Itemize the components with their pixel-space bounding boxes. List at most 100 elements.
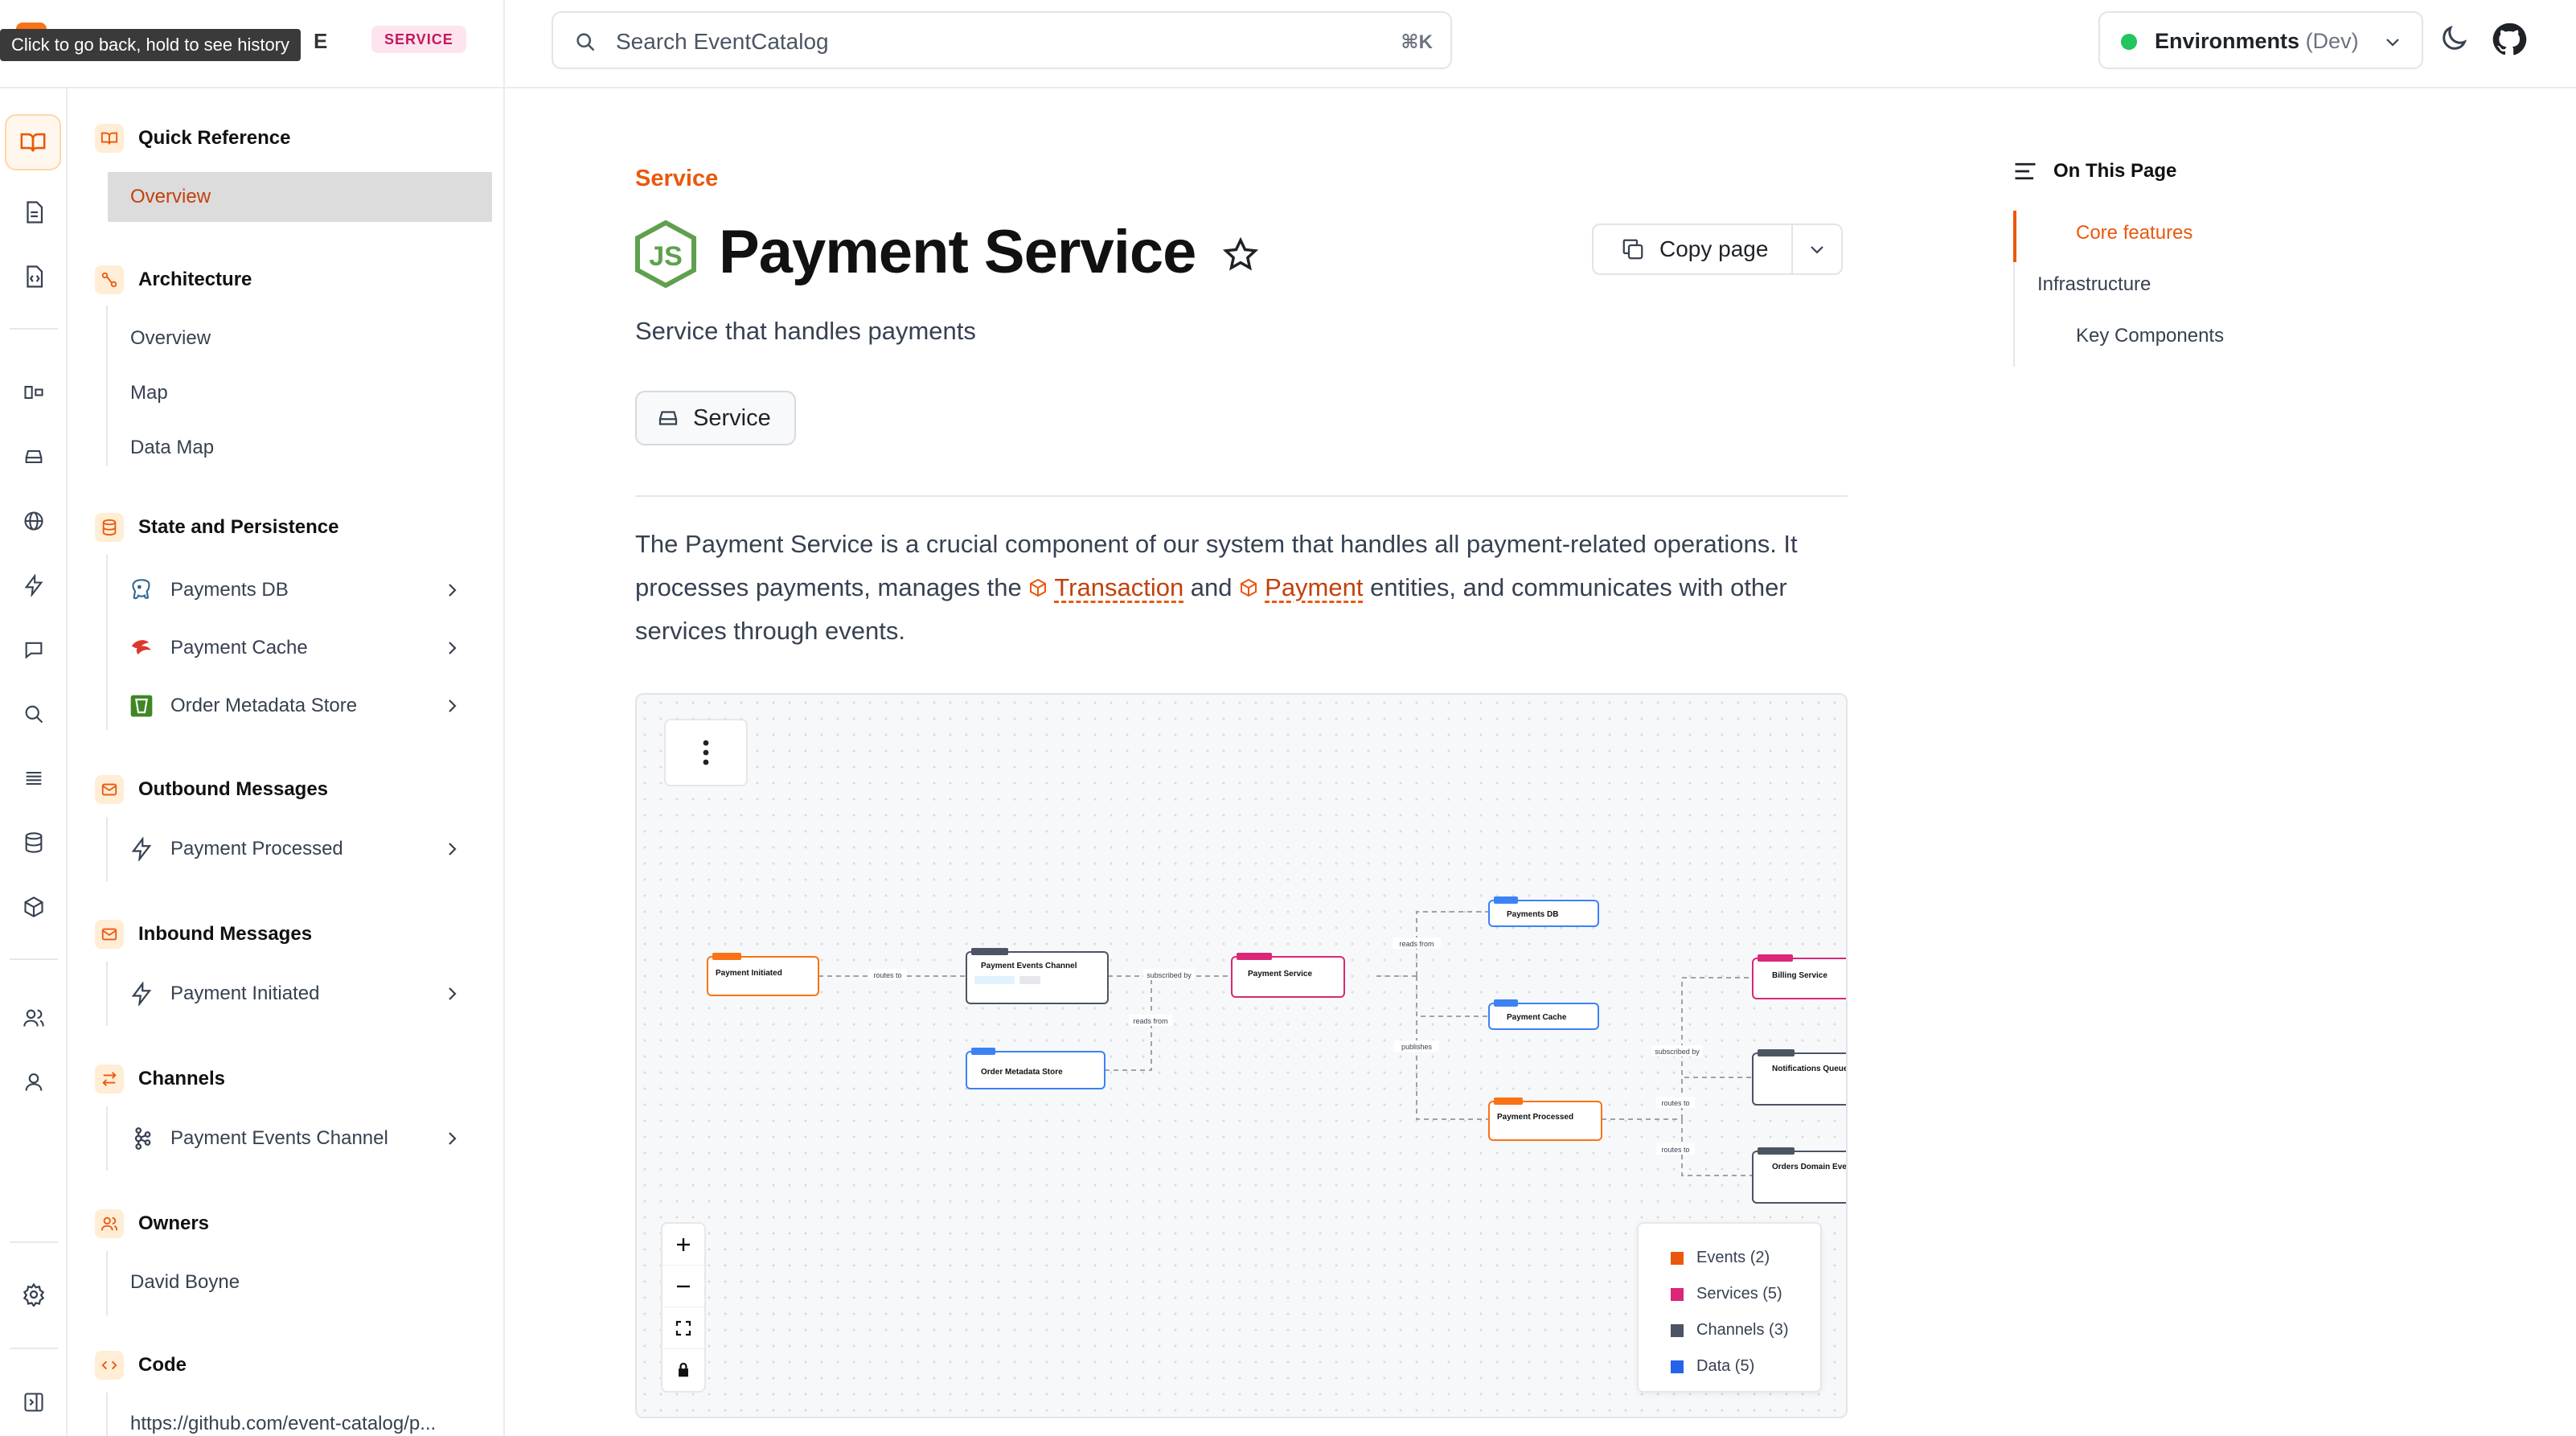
zoom-out-button[interactable] <box>662 1266 704 1307</box>
code-file-icon[interactable] <box>18 261 50 293</box>
chat-icon[interactable] <box>18 634 50 666</box>
section-title: Architecture <box>138 269 252 290</box>
sidebar-item-repo-link[interactable]: https://github.com/event-catalog/p... <box>108 1399 492 1436</box>
legend-swatch <box>1671 1360 1684 1373</box>
sidebar-toggle-icon[interactable] <box>18 1386 50 1418</box>
node-payment-events-channel[interactable]: Payment Events Channel <box>966 948 1109 1004</box>
item-label: Payment Events Channel <box>170 1127 388 1149</box>
search-icon <box>576 33 595 51</box>
node-payment-processed[interactable]: Payment Processed <box>1488 1098 1602 1141</box>
search-shortcut: ⌘K <box>1401 31 1433 53</box>
sidebar-item-payment-processed[interactable]: Payment Processed <box>108 825 492 873</box>
edge-label: reads from <box>1399 940 1434 948</box>
edge-label: subscribed by <box>1146 971 1192 979</box>
section-state-persistence: State and Persistence <box>95 511 338 544</box>
diagram-menu-button[interactable] <box>664 719 748 786</box>
list-icon[interactable] <box>18 762 50 794</box>
copy-icon <box>1622 239 1643 260</box>
cube-icon <box>1030 578 1047 597</box>
book-open-icon[interactable] <box>5 114 61 170</box>
architecture-diagram[interactable]: routes to subscribed by reads from reads… <box>635 693 1848 1418</box>
chevron-down-icon <box>2386 39 2399 47</box>
node-label: Payments DB <box>1507 910 1558 919</box>
bolt-icon[interactable] <box>18 569 50 601</box>
sidebar-item-map[interactable]: Map <box>108 368 492 418</box>
section-title: Quick Reference <box>138 127 291 149</box>
node-label: Payment Cache <box>1507 1013 1567 1022</box>
database-icon <box>95 513 124 542</box>
legend-item[interactable]: Events (2) <box>1671 1240 1820 1276</box>
fit-view-button[interactable] <box>662 1307 704 1349</box>
copy-page-button[interactable]: Copy page <box>1592 224 1793 275</box>
server-icon[interactable] <box>18 441 50 473</box>
node-payment-service[interactable]: Payment Service <box>1231 953 1345 998</box>
icon-rail <box>0 88 68 1436</box>
sidebar-item-architecture-overview[interactable]: Overview <box>108 314 492 363</box>
book-open-icon <box>95 124 124 153</box>
search-input[interactable]: Search EventCatalog ⌘K <box>552 11 1452 69</box>
section-title: Outbound Messages <box>138 778 329 800</box>
rail-divider <box>10 958 58 960</box>
chevron-right-icon <box>449 843 457 855</box>
node-orders-domain-events[interactable]: Orders Domain Even <box>1752 1147 1848 1204</box>
sidebar-item-data-map[interactable]: Data Map <box>108 423 492 473</box>
sidebar-item-payment-initiated[interactable]: Payment Initiated <box>108 970 492 1018</box>
sidebar-nav: Quick Reference Overview Architecture Ov… <box>68 88 505 1436</box>
star-icon[interactable] <box>1222 236 1259 273</box>
node-payment-initiated[interactable]: Payment Initiated <box>707 953 819 996</box>
lock-button[interactable] <box>662 1349 704 1391</box>
node-payment-cache[interactable]: Payment Cache <box>1488 999 1599 1030</box>
rail-divider <box>10 328 58 330</box>
route-icon <box>95 265 124 294</box>
database-icon[interactable] <box>18 827 50 859</box>
section-channels: Channels <box>95 1063 225 1095</box>
entity-link-payment[interactable]: Payment <box>1265 573 1363 601</box>
legend-item[interactable]: Services (5) <box>1671 1276 1820 1312</box>
minus-icon <box>677 1285 690 1287</box>
sidebar-item-order-metadata-store[interactable]: Order Metadata Store <box>108 682 492 730</box>
sidebar-item-payment-cache[interactable]: Payment Cache <box>108 624 492 672</box>
node-payments-db[interactable]: Payments DB <box>1488 896 1599 927</box>
postgres-icon <box>127 576 156 605</box>
environments-button[interactable]: Environments (Dev) <box>2098 11 2423 69</box>
sidebar-item-owner[interactable]: David Boyne <box>108 1258 492 1307</box>
node-notifications-queue[interactable]: Notifications Queue <box>1752 1049 1848 1106</box>
node-label: Payment Service <box>1248 970 1312 979</box>
search-icon[interactable] <box>18 698 50 730</box>
legend-item[interactable]: Channels (3) <box>1671 1312 1820 1348</box>
users-icon[interactable] <box>18 1002 50 1034</box>
chevron-right-icon <box>449 987 457 1000</box>
toc-item-key-components[interactable]: Key Components <box>2076 325 2224 347</box>
service-badge[interactable]: Service <box>635 391 796 445</box>
legend-item[interactable]: Data (5) <box>1671 1348 1820 1385</box>
domain-icon[interactable] <box>18 376 50 408</box>
edge-label: routes to <box>1661 1146 1689 1154</box>
user-icon[interactable] <box>18 1066 50 1098</box>
node-billing-service[interactable]: Billing Service <box>1752 954 1848 999</box>
node-label: Payment Initiated <box>716 969 782 978</box>
toc-item-infrastructure[interactable]: Infrastructure <box>2037 273 2151 296</box>
s3-icon <box>127 691 156 720</box>
gear-icon[interactable] <box>18 1278 50 1311</box>
sidebar-item-payment-events-channel[interactable]: Payment Events Channel <box>108 1114 492 1163</box>
entity-link-transaction[interactable]: Transaction <box>1054 573 1183 601</box>
description-paragraph: The Payment Service is a crucial compone… <box>635 530 1798 645</box>
node-label: Order Metadata Store <box>981 1068 1063 1077</box>
globe-icon[interactable] <box>18 505 50 537</box>
toc-title: On This Page <box>2053 160 2177 182</box>
moon-icon[interactable] <box>2438 23 2470 55</box>
sidebar-item-overview[interactable]: Overview <box>108 172 492 222</box>
github-icon[interactable] <box>2491 21 2528 58</box>
document-icon[interactable] <box>18 196 50 228</box>
sidebar-item-payments-db[interactable]: Payments DB <box>108 566 492 614</box>
zoom-in-button[interactable] <box>662 1224 704 1266</box>
legend-swatch <box>1671 1323 1684 1337</box>
node-order-metadata-store[interactable]: Order Metadata Store <box>966 1048 1105 1089</box>
nodejs-icon: JS <box>635 220 696 288</box>
server-icon <box>658 411 678 425</box>
copy-options-button[interactable] <box>1791 224 1843 275</box>
cube-icon[interactable] <box>18 891 50 923</box>
item-label: Order Metadata Store <box>170 695 358 716</box>
edge-label: subscribed by <box>1655 1048 1700 1056</box>
toc-item-core-features[interactable]: Core features <box>2076 222 2192 244</box>
